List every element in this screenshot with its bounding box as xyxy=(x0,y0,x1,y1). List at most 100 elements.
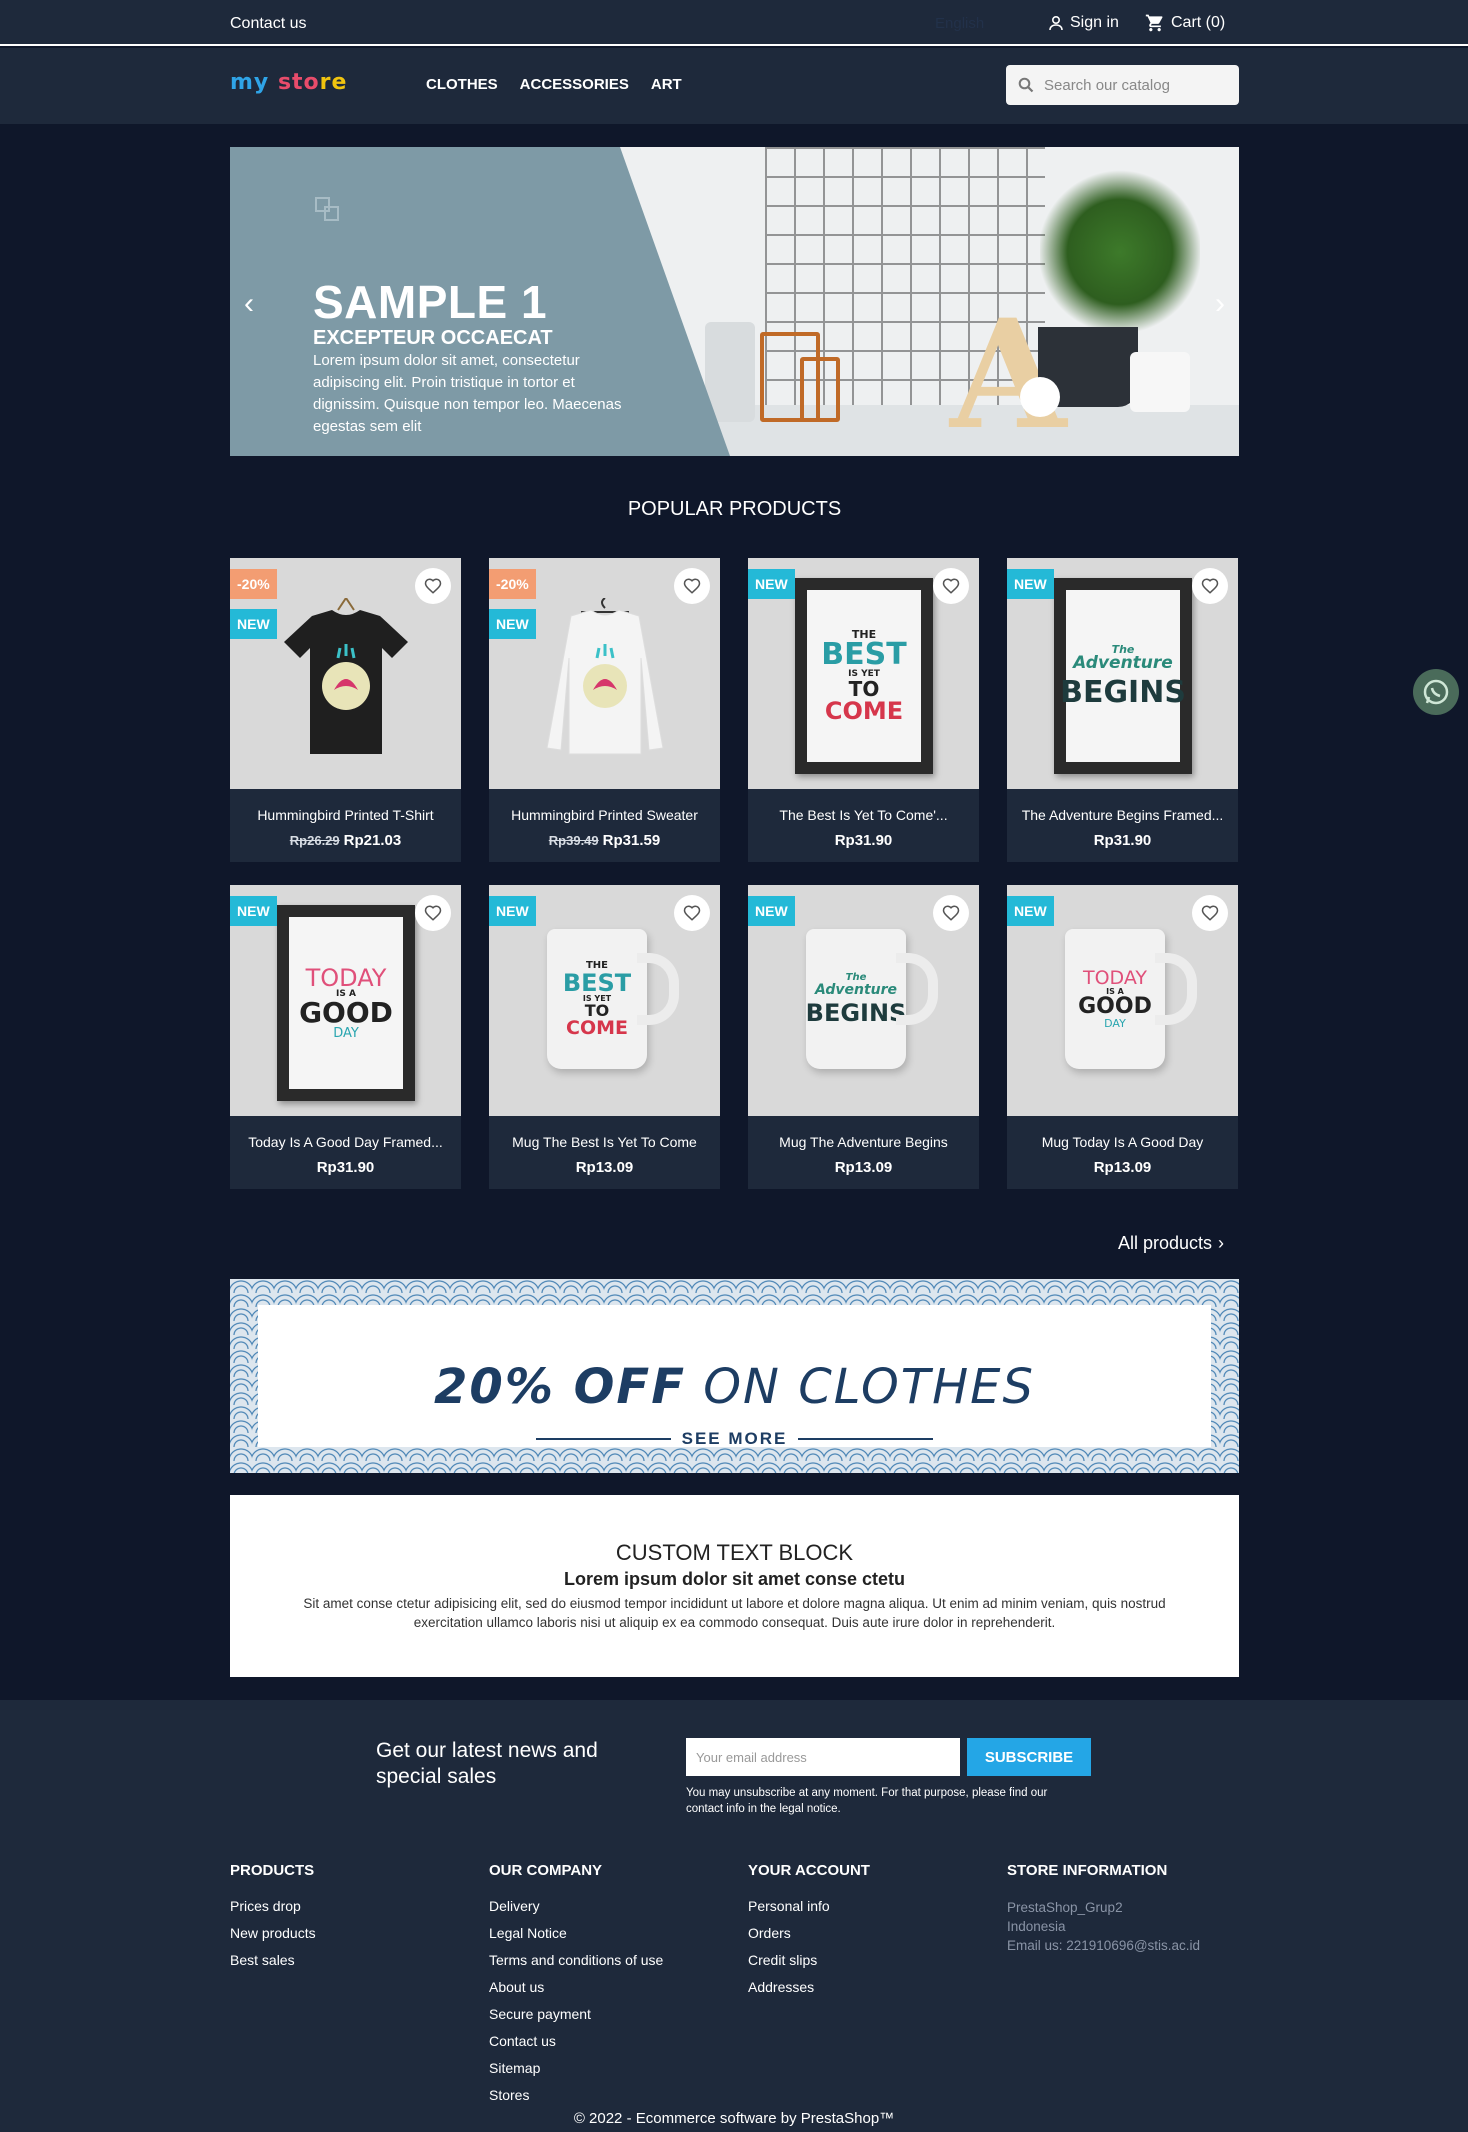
subscribe-button[interactable]: SUBSCRIBE xyxy=(967,1738,1091,1776)
old-price: Rp26.29 xyxy=(289,833,340,848)
footer-link-about-us[interactable]: About us xyxy=(489,1979,663,1995)
promo-inner: 20% OFF ON CLOTHES SEE MORE xyxy=(258,1305,1211,1449)
footer-link-personal-info[interactable]: Personal info xyxy=(748,1898,870,1914)
main-header: my store CLOTHES ACCESSORIES ART xyxy=(0,48,1468,124)
footer-company-title: OUR COMPANY xyxy=(489,1862,603,1879)
mug-image: TODAY IS A GOOD DAY xyxy=(1065,929,1197,1069)
product-price: Rp39.49 Rp31.59 xyxy=(489,832,720,849)
product-name[interactable]: The Best Is Yet To Come'... xyxy=(748,807,979,823)
product-name[interactable]: Today Is A Good Day Framed... xyxy=(230,1134,461,1150)
footer-link-legal-notice[interactable]: Legal Notice xyxy=(489,1925,663,1941)
product-name[interactable]: Mug The Best Is Yet To Come xyxy=(489,1134,720,1150)
product-price: Rp31.90 xyxy=(230,1159,461,1176)
copyright[interactable]: © 2022 - Ecommerce software by PrestaSho… xyxy=(0,2110,1468,2127)
footer-link-secure-payment[interactable]: Secure payment xyxy=(489,2006,663,2022)
popular-products-title: POPULAR PRODUCTS xyxy=(627,498,842,520)
whatsapp-button[interactable] xyxy=(1413,669,1459,715)
footer-link-credit-slips[interactable]: Credit slips xyxy=(748,1952,870,1968)
store-logo[interactable]: my store xyxy=(230,70,347,95)
footer: Get our latest news and special sales SU… xyxy=(0,1700,1468,2132)
promo-headline: 20% OFF ON CLOTHES xyxy=(434,1359,1035,1415)
sign-in-link[interactable]: Sign in xyxy=(1048,14,1119,32)
wishlist-button[interactable] xyxy=(933,568,969,604)
current-price: Rp31.90 xyxy=(316,1159,375,1176)
search-input[interactable] xyxy=(1044,76,1224,94)
newsletter-email-input[interactable] xyxy=(686,1738,960,1776)
main-nav: CLOTHES ACCESSORIES ART xyxy=(426,76,682,93)
nav-art[interactable]: ART xyxy=(651,76,682,93)
footer-link-contact-us[interactable]: Contact us xyxy=(489,2033,663,2049)
store-email[interactable]: Email us: 221910696@stis.ac.id xyxy=(1007,1936,1200,1955)
carousel-prev-icon[interactable]: ‹ xyxy=(244,287,254,321)
product-price: Rp31.90 xyxy=(1007,832,1238,849)
wishlist-button[interactable] xyxy=(674,895,710,931)
product-card[interactable]: TODAY IS A GOOD DAY NEW Today Is A Good … xyxy=(230,885,461,1189)
product-price: Rp26.29 Rp21.03 xyxy=(230,832,461,849)
nav-accessories[interactable]: ACCESSORIES xyxy=(520,76,629,93)
footer-link-terms[interactable]: Terms and conditions of use xyxy=(489,1952,663,1968)
nav-clothes[interactable]: CLOTHES xyxy=(426,76,498,93)
wishlist-button[interactable] xyxy=(1192,895,1228,931)
framed-poster-image: The Adventure BEGINS xyxy=(1054,578,1192,774)
whatsapp-icon xyxy=(1423,679,1449,705)
heart-icon xyxy=(424,905,442,921)
product-price: Rp13.09 xyxy=(748,1159,979,1176)
framed-poster-image: TODAY IS A GOOD DAY xyxy=(277,905,415,1101)
promo-banner[interactable]: 20% OFF ON CLOTHES SEE MORE xyxy=(230,1279,1239,1473)
all-products-link[interactable]: All products › xyxy=(1118,1233,1224,1254)
product-name[interactable]: The Adventure Begins Framed... xyxy=(1007,807,1238,823)
footer-link-addresses[interactable]: Addresses xyxy=(748,1979,870,1995)
product-card[interactable]: TODAY IS A GOOD DAY NEW Mug Today Is A G… xyxy=(1007,885,1238,1189)
wishlist-button[interactable] xyxy=(1192,568,1228,604)
see-more-link[interactable]: SEE MORE xyxy=(258,1429,1211,1449)
current-price: Rp21.03 xyxy=(343,832,402,849)
wishlist-button[interactable] xyxy=(674,568,710,604)
mug-image: THE BEST IS YET TO COME xyxy=(547,929,679,1069)
wishlist-button[interactable] xyxy=(415,895,451,931)
product-name[interactable]: Hummingbird Printed Sweater xyxy=(489,807,720,823)
footer-account-title: YOUR ACCOUNT xyxy=(748,1862,870,1879)
heart-icon xyxy=(683,905,701,921)
footer-company: OUR COMPANY Delivery Legal Notice Terms … xyxy=(489,1862,663,2114)
product-name[interactable]: Mug Today Is A Good Day xyxy=(1007,1134,1238,1150)
hero-title: SAMPLE 1 xyxy=(313,276,548,328)
footer-link-new-products[interactable]: New products xyxy=(230,1925,316,1941)
promo-divider-right xyxy=(798,1438,933,1440)
product-price: Rp13.09 xyxy=(489,1159,720,1176)
new-badge: NEW xyxy=(230,896,277,926)
product-card[interactable]: The Adventure BEGINS NEW The Adventure B… xyxy=(1007,558,1238,862)
footer-link-prices-drop[interactable]: Prices drop xyxy=(230,1898,316,1914)
footer-link-stores[interactable]: Stores xyxy=(489,2087,663,2103)
sign-in-label: Sign in xyxy=(1070,14,1119,31)
top-bar: Contact us English Sign in Cart (0) xyxy=(0,0,1468,46)
footer-link-best-sales[interactable]: Best sales xyxy=(230,1952,316,1968)
footer-link-delivery[interactable]: Delivery xyxy=(489,1898,663,1914)
product-card[interactable]: -20% NEW Hummingbird Printed T-Shirt Rp2… xyxy=(230,558,461,862)
product-card[interactable]: -20% NEW Hummingbird Printed Sweater Rp3… xyxy=(489,558,720,862)
lantern-small-image xyxy=(800,357,840,422)
footer-store-title: STORE INFORMATION xyxy=(1007,1862,1168,1879)
footer-link-sitemap[interactable]: Sitemap xyxy=(489,2060,663,2076)
current-price: Rp13.09 xyxy=(1093,1159,1152,1176)
product-name[interactable]: Hummingbird Printed T-Shirt xyxy=(230,807,461,823)
framed-poster-image: THE BEST IS YET TO COME xyxy=(795,578,933,774)
carousel-next-icon[interactable]: › xyxy=(1215,287,1225,321)
contact-us-link[interactable]: Contact us xyxy=(230,15,306,33)
search-icon[interactable] xyxy=(1018,77,1034,93)
product-card[interactable]: THE BEST IS YET TO COME NEW The Best Is … xyxy=(748,558,979,862)
custom-block-body: Sit amet conse ctetur adipisicing elit, … xyxy=(303,1596,1166,1630)
language-selector[interactable]: English xyxy=(935,15,984,32)
cart-link[interactable]: Cart (0) xyxy=(1145,13,1225,33)
product-price: Rp13.09 xyxy=(1007,1159,1238,1176)
product-name[interactable]: Mug The Adventure Begins xyxy=(748,1134,979,1150)
wishlist-button[interactable] xyxy=(933,895,969,931)
footer-store-info: STORE INFORMATION PrestaShop_Grup2 Indon… xyxy=(1007,1862,1200,1955)
product-card[interactable]: The Adventure BEGINS NEW Mug The Adventu… xyxy=(748,885,979,1189)
store-country: Indonesia xyxy=(1007,1919,1066,1934)
new-badge: NEW xyxy=(230,609,277,639)
current-price: Rp13.09 xyxy=(575,1159,634,1176)
wishlist-button[interactable] xyxy=(415,568,451,604)
footer-link-orders[interactable]: Orders xyxy=(748,1925,870,1941)
product-card[interactable]: THE BEST IS YET TO COME NEW Mug The Best… xyxy=(489,885,720,1189)
custom-block-subtitle: Lorem ipsum dolor sit amet conse ctetu xyxy=(563,1569,906,1589)
